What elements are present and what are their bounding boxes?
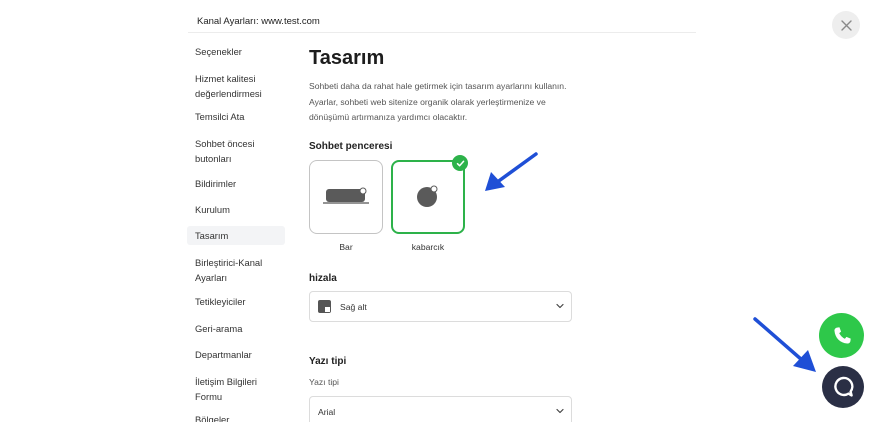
chevron-down-icon (556, 408, 564, 414)
chat-bubble-button[interactable] (822, 366, 864, 408)
sidebar-item-triggers[interactable]: Tetikleyiciler (187, 294, 285, 309)
chat-bubble-icon (834, 376, 854, 397)
font-select-value: Arial (318, 406, 336, 417)
sidebar-item-options[interactable]: Seçenekler (187, 44, 285, 59)
sidebar-item-contact-form[interactable]: İletişim Bilgileri Formu (187, 374, 285, 404)
close-icon (840, 19, 852, 31)
sidebar-item-regions[interactable]: Bölgeler (187, 412, 285, 422)
align-select-value: Sağ alt (340, 301, 367, 312)
page-description: Sohbeti daha da rahat hale getirmek için… (309, 81, 567, 122)
phone-icon (833, 326, 851, 344)
option-caption-bar: Bar (339, 242, 353, 252)
sidebar-item-callback[interactable]: Geri-arama (187, 321, 285, 336)
font-section-label: Yazı tipi (309, 356, 347, 367)
sidebar-item-service-quality[interactable]: Hizmet kalitesi değerlendirmesi (187, 71, 285, 101)
selected-check-badge (452, 155, 468, 171)
sidebar-item-integrator-settings[interactable]: Birleştirici-Kanal Ayarları (187, 255, 285, 285)
sidebar-item-installation[interactable]: Kurulum (187, 202, 285, 217)
check-icon (456, 160, 464, 166)
sidebar-item-design[interactable]: Tasarım (187, 226, 285, 245)
sidebar-item-notifications[interactable]: Bildirimler (187, 176, 285, 191)
align-select[interactable]: Sağ alt (309, 291, 572, 322)
dialog-title: Kanal Ayarları: www.test.com (197, 16, 320, 27)
bottom-right-align-icon (318, 300, 331, 313)
chat-window-option-bar[interactable] (309, 160, 383, 234)
align-label: hizala (309, 273, 337, 284)
page-title: Tasarım (309, 47, 385, 69)
sidebar-item-prechat-buttons[interactable]: Sohbet öncesi butonları (187, 136, 285, 166)
chat-window-option-bubble[interactable] (391, 160, 465, 234)
font-field-label: Yazı tipi (309, 377, 339, 387)
annotation-arrow-bubble (485, 152, 538, 191)
close-button[interactable] (832, 11, 860, 39)
bar-widget-icon (323, 187, 369, 204)
sidebar-item-departments[interactable]: Departmanlar (187, 347, 285, 362)
annotation-arrow-chat-button (753, 317, 816, 372)
font-select[interactable]: Arial (309, 396, 572, 422)
chevron-down-icon (556, 303, 564, 309)
chat-window-label: Sohbet penceresi (309, 141, 393, 152)
option-caption-bubble: kabarcık (411, 242, 445, 252)
dialog-header: Kanal Ayarları: www.test.com (188, 0, 696, 33)
sidebar-item-assign-agent[interactable]: Temsilci Ata (187, 109, 285, 124)
bubble-widget-icon (417, 185, 438, 207)
whatsapp-button[interactable] (819, 313, 864, 358)
